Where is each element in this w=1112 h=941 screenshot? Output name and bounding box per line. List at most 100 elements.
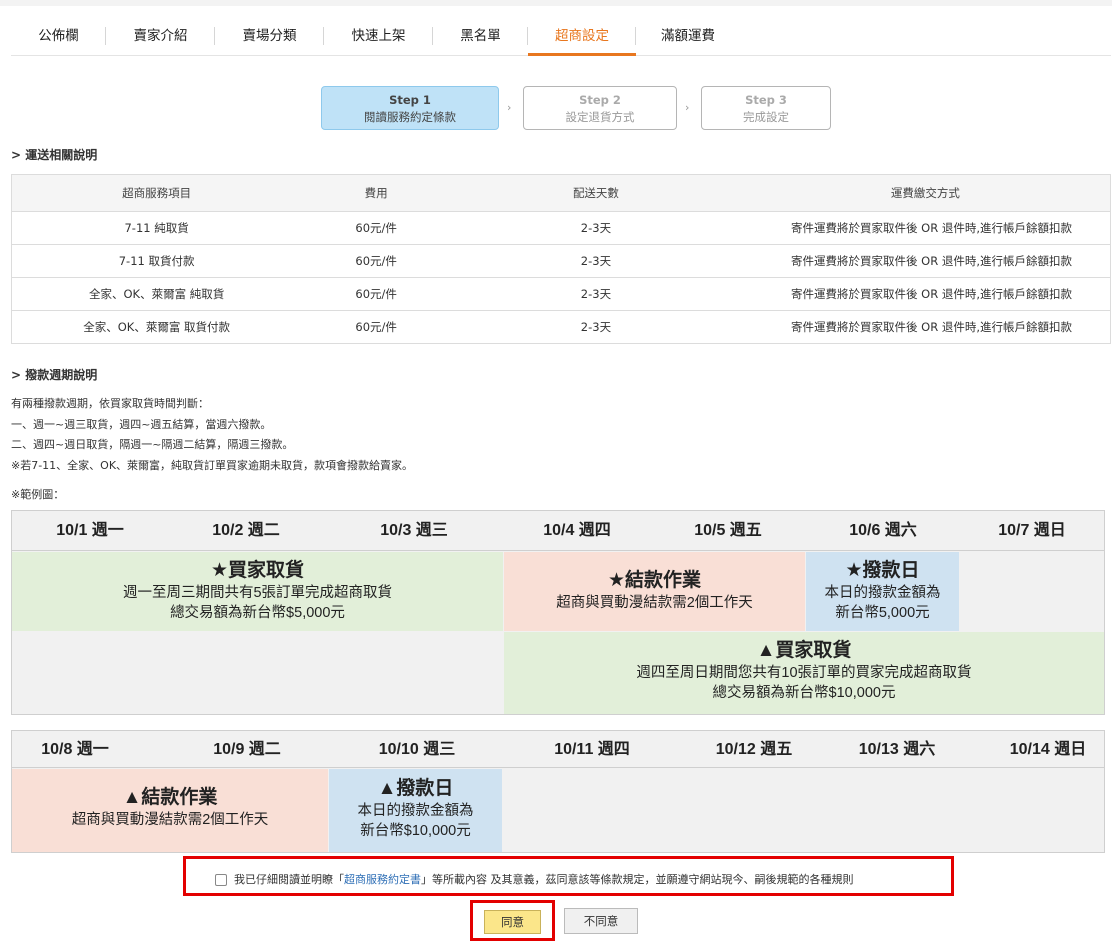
block-title: ★買家取貨 (210, 560, 305, 581)
payout-day-block: ★撥款日 本日的撥款金額為 新台幣5,000元 (806, 552, 959, 631)
block-line: 本日的撥款金額為 (357, 803, 474, 819)
calendar-day: 10/11 週四 (554, 741, 630, 758)
payout-day-block: ▲撥款日 本日的撥款金額為 新台幣$10,000元 (329, 769, 502, 852)
tab-quick-listing[interactable]: 快速上架 (324, 18, 433, 55)
agree-button-highlight: 同意 (470, 900, 555, 941)
block-line: 超商與買動漫結款需2個工作天 (556, 595, 753, 611)
days-cell: 2-3天 (451, 310, 741, 344)
tab-convenience-store-settings[interactable]: 超商設定 (528, 18, 636, 56)
block-title: ▲買家取貨 (756, 640, 852, 661)
block-line: 超商與買動漫結款需2個工作天 (71, 812, 269, 828)
fee-cell: 60元/件 (301, 310, 452, 344)
calendar-day: 10/6 週六 (849, 522, 917, 539)
calendar-day: 10/14 週日 (1009, 741, 1087, 758)
block-title: ★撥款日 (845, 560, 920, 581)
explanation-line: 二、週四~週日取貨，隔週一~隔週二結算，隔週三撥款。 (11, 438, 294, 451)
chevron-right-icon: › (685, 101, 690, 114)
column-header: 配送天數 (451, 174, 741, 212)
payout-section-title: > 撥款週期說明 (11, 368, 98, 382)
service-cell: 全家、OK、萊爾富 純取貨 (11, 277, 302, 311)
table-row: 7-11 取貨付款 60元/件 2-3天 寄件運費將於買家取件後 OR 退件時,… (11, 244, 1111, 278)
days-cell: 2-3天 (451, 244, 741, 278)
calendar-day: 10/8 週一 (41, 741, 109, 758)
agreement-text: 我已仔細閱讀並明瞭「超商服務約定書」等所載內容 及其意義，茲同意該等條款規定，並… (234, 871, 854, 887)
payment-method-cell: 寄件運費將於買家取件後 OR 退件時,進行帳戶餘額扣款 (740, 277, 1111, 311)
calendar-day: 10/10 週三 (378, 741, 456, 758)
calendar-day: 10/13 週六 (858, 741, 936, 758)
calendar-day: 10/12 週五 (715, 741, 793, 758)
tab-categories[interactable]: 賣場分類 (215, 18, 324, 55)
tab-bar: 公佈欄 賣家介紹 賣場分類 快速上架 黑名單 超商設定 滿額運費 (11, 18, 1111, 56)
fee-cell: 60元/件 (301, 277, 452, 311)
step-subtitle: 完成設定 (743, 110, 789, 124)
block-line: 週一至周三期間共有5張訂單完成超商取貨 (122, 585, 393, 601)
explanation-line: 一、週一~週三取貨，週四~週五結算，當週六撥款。 (11, 417, 272, 431)
step-3: Step 3 完成設定 (701, 86, 831, 130)
block-line: 總交易額為新台幣$5,000元 (170, 605, 345, 621)
payment-method-cell: 寄件運費將於買家取件後 OR 退件時,進行帳戶餘額扣款 (740, 244, 1111, 278)
agreement-text-post: 」等所載內容 及其意義，茲同意該等條款規定，並願遵守網站現今、嗣後規範的各種規則 (421, 873, 854, 886)
block-line: 本日的撥款金額為 (824, 585, 941, 601)
service-agreement-link[interactable]: 超商服務約定書 (344, 873, 421, 886)
week2-calendar: 10/8 週一 10/9 週二 10/10 週三 10/11 週四 10/12 … (11, 730, 1105, 853)
block-title: ▲撥款日 (377, 778, 454, 799)
calendar-header: 10/1 週一 10/2 週二 10/3 週三 10/4 週四 10/5 週五 … (12, 511, 1104, 551)
explanation-line: ※若7-11、全家、OK、萊爾富，純取貨訂單買家逾期未取貨，款項會撥款給賣家。 (11, 458, 414, 472)
step-subtitle: 閱讀服務約定條款 (364, 110, 456, 124)
table-row: 全家、OK、萊爾富 取貨付款 60元/件 2-3天 寄件運費將於買家取件後 OR… (11, 310, 1111, 344)
payout-explanation: 有兩種撥款週期，依買家取貨時間判斷： 一、週一~週三取貨，週四~週五結算，當週六… (11, 394, 413, 476)
step-title: Step 2 (579, 93, 621, 107)
block-line: 總交易額為新台幣$10,000元 (712, 685, 896, 701)
block-title: ★結款作業 (607, 570, 702, 591)
column-header: 費用 (301, 174, 452, 212)
tab-free-shipping[interactable]: 滿額運費 (636, 18, 740, 55)
calendar-day: 10/7 週日 (998, 522, 1066, 539)
payment-method-cell: 寄件運費將於買家取件後 OR 退件時,進行帳戶餘額扣款 (740, 310, 1111, 344)
week1-calendar: 10/1 週一 10/2 週二 10/3 週三 10/4 週四 10/5 週五 … (11, 510, 1105, 715)
fee-cell: 60元/件 (301, 211, 452, 245)
agreement-text-pre: 我已仔細閱讀並明瞭「 (234, 873, 344, 886)
days-cell: 2-3天 (451, 211, 741, 245)
step-subtitle: 設定退貨方式 (565, 110, 635, 124)
tab-bulletin[interactable]: 公佈欄 (11, 18, 106, 55)
tab-seller-intro[interactable]: 賣家介紹 (106, 18, 215, 55)
block-line: 新台幣5,000元 (835, 605, 930, 621)
table-header-row: 超商服務項目 費用 配送天數 運費繳交方式 (11, 174, 1111, 212)
calendar-header: 10/8 週一 10/9 週二 10/10 週三 10/11 週四 10/12 … (12, 731, 1104, 768)
sample-label: ※範例圖： (11, 488, 65, 501)
buyer-pickup-block: ★買家取貨 週一至周三期間共有5張訂單完成超商取貨 總交易額為新台幣$5,000… (12, 552, 503, 631)
table-row: 全家、OK、萊爾富 純取貨 60元/件 2-3天 寄件運費將於買家取件後 OR … (11, 277, 1111, 311)
block-title: ▲結款作業 (122, 787, 218, 808)
shipping-fee-table: 超商服務項目 費用 配送天數 運費繳交方式 7-11 純取貨 60元/件 2-3… (11, 174, 1111, 344)
step-title: Step 3 (745, 93, 787, 107)
agree-checkbox[interactable] (215, 874, 227, 886)
fee-cell: 60元/件 (301, 244, 452, 278)
days-cell: 2-3天 (451, 277, 741, 311)
payment-method-cell: 寄件運費將於買家取件後 OR 退件時,進行帳戶餘額扣款 (740, 211, 1111, 245)
settlement-block: ▲結款作業 超商與買動漫結款需2個工作天 (12, 769, 328, 852)
step-2: Step 2 設定退貨方式 (523, 86, 677, 130)
tab-label: 超商設定 (555, 28, 609, 44)
agree-button[interactable]: 同意 (484, 910, 541, 934)
service-cell: 7-11 取貨付款 (11, 244, 302, 278)
table-row: 7-11 純取貨 60元/件 2-3天 寄件運費將於買家取件後 OR 退件時,進… (11, 211, 1111, 245)
top-strip (0, 0, 1112, 6)
calendar-day: 10/2 週二 (212, 522, 280, 539)
service-cell: 7-11 純取貨 (11, 211, 302, 245)
agreement-highlight: 我已仔細閱讀並明瞭「超商服務約定書」等所載內容 及其意義，茲同意該等條款規定，並… (183, 856, 954, 896)
explanation-line: 有兩種撥款週期，依買家取貨時間判斷： (11, 397, 209, 410)
shipping-section-title: > 運送相關說明 (11, 148, 98, 162)
calendar-day: 10/5 週五 (694, 522, 762, 539)
chevron-right-icon: › (507, 101, 512, 114)
block-line: 新台幣$10,000元 (360, 823, 471, 839)
calendar-day: 10/9 週二 (213, 741, 281, 758)
calendar-day: 10/1 週一 (56, 522, 124, 539)
tab-blacklist[interactable]: 黑名單 (433, 18, 528, 55)
buyer-pickup-block: ▲買家取貨 週四至周日期間您共有10張訂單的買家完成超商取貨 總交易額為新台幣$… (504, 632, 1104, 714)
step-title: Step 1 (389, 93, 431, 107)
disagree-button[interactable]: 不同意 (564, 908, 638, 934)
service-cell: 全家、OK、萊爾富 取貨付款 (11, 310, 302, 344)
calendar-day: 10/4 週四 (543, 522, 611, 539)
calendar-day: 10/3 週三 (380, 522, 448, 539)
settlement-block: ★結款作業 超商與買動漫結款需2個工作天 (504, 552, 805, 631)
